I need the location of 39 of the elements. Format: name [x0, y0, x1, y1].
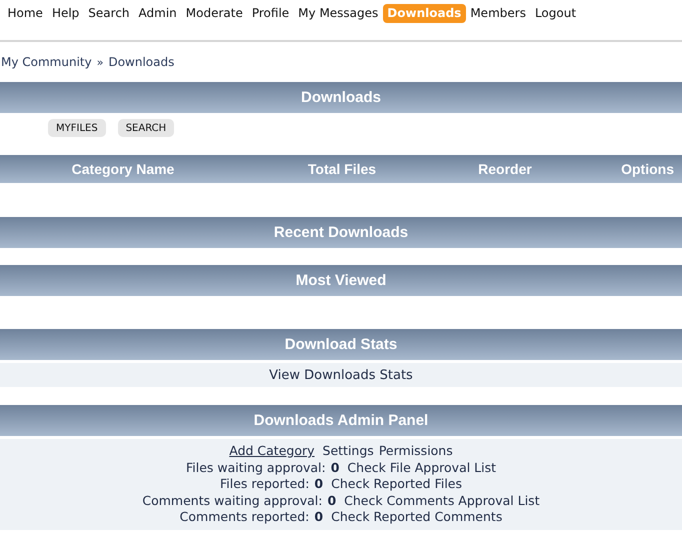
section-header: Recent Downloads [0, 217, 682, 248]
section-header: Downloads [0, 82, 682, 113]
column-header: Category Name [70, 161, 176, 177]
toolbar-button[interactable]: MYFILES [48, 119, 106, 137]
nav-link[interactable]: Members [466, 4, 530, 23]
nav-link[interactable]: Home [3, 4, 48, 23]
stat-label: Comments reported: [180, 509, 310, 526]
stat-count: 0 [314, 476, 324, 492]
column-header: Total Files [306, 161, 378, 177]
stats-link[interactable]: View Downloads Stats [269, 368, 413, 382]
stat-count: 0 [314, 509, 324, 526]
toolbar-button[interactable]: SEARCH [118, 119, 174, 137]
panel-link[interactable]: Settings [322, 443, 374, 460]
section-header: Most Viewed [0, 265, 682, 296]
column-header: Reorder [477, 161, 533, 177]
breadcrumb-link[interactable]: Downloads [108, 55, 174, 69]
nav-link[interactable]: Admin [134, 4, 182, 23]
breadcrumb-link[interactable]: My Community [1, 55, 92, 69]
check-link[interactable]: Check Comments Approval List [344, 492, 540, 509]
nav-link[interactable]: Logout [530, 4, 581, 23]
stat-label: Comments waiting approval: [142, 492, 322, 509]
stat-label: Files waiting approval: [186, 460, 326, 476]
nav-link[interactable]: My Messages [294, 4, 383, 23]
nav-link[interactable]: Help [47, 4, 84, 23]
check-link[interactable]: Check Reported Comments [331, 509, 502, 526]
stat-label: Files reported: [220, 476, 310, 492]
column-header: Options [620, 161, 675, 177]
panel-link[interactable]: Add Category [229, 443, 315, 460]
section-header: Download Stats [0, 329, 682, 360]
section-header: Downloads Admin Panel [0, 405, 682, 436]
nav-link[interactable]: Moderate [181, 4, 248, 23]
panel-link[interactable]: Permissions [378, 443, 453, 460]
stat-count: 0 [327, 492, 336, 509]
nav-link[interactable]: Profile [247, 4, 294, 23]
nav-link[interactable]: Search [84, 4, 134, 23]
stat-count: 0 [330, 460, 340, 476]
breadcrumb-separator: » [96, 56, 104, 68]
check-link[interactable]: Check Reported Files [331, 476, 462, 492]
check-link[interactable]: Check File Approval List [347, 460, 496, 476]
